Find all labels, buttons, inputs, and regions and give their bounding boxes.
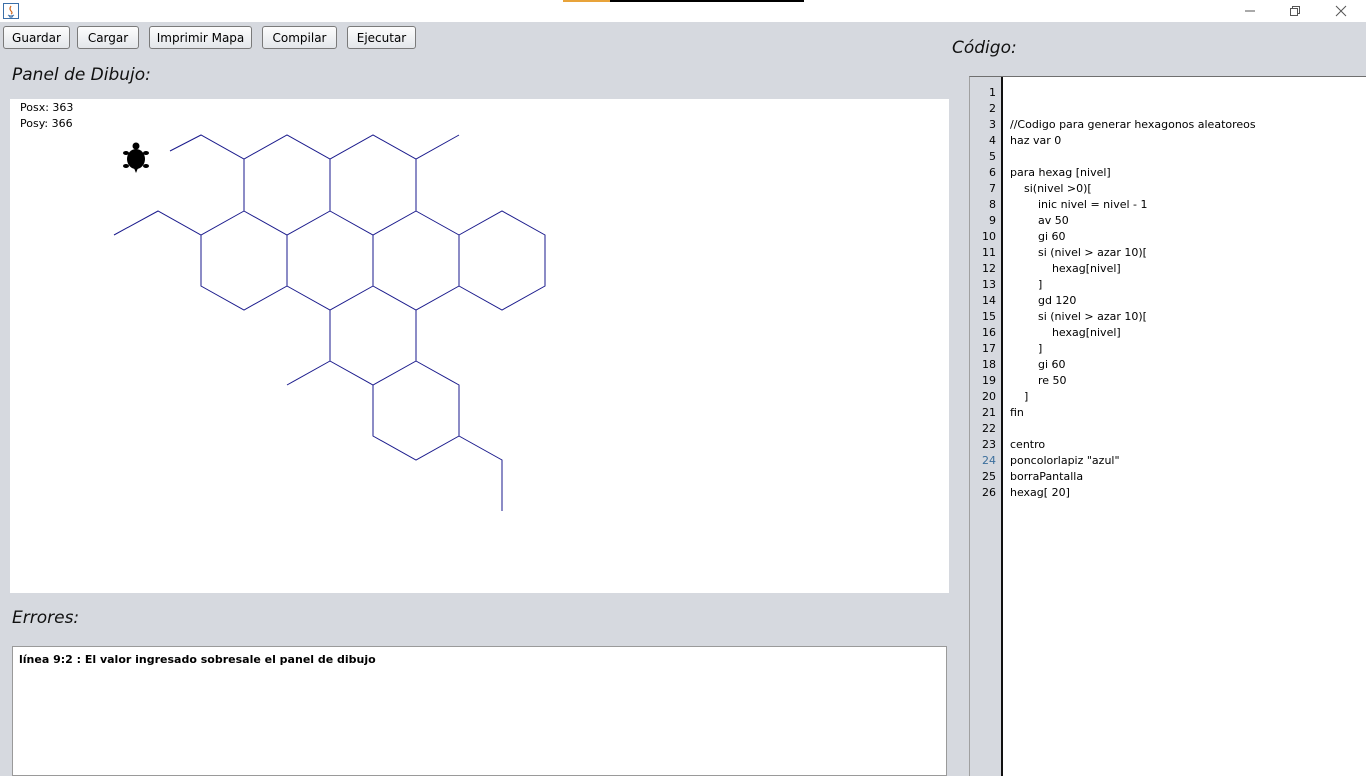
code-line: gd 120 xyxy=(1010,294,1077,307)
code-line: para hexag [nivel] xyxy=(1010,166,1111,179)
close-button[interactable] xyxy=(1318,0,1364,22)
java-app-icon xyxy=(3,3,19,19)
minimize-icon xyxy=(1244,5,1256,17)
line-number: 10 xyxy=(982,230,996,243)
line-number: 24 xyxy=(982,454,996,467)
drawn-line xyxy=(169,134,460,160)
line-number: 13 xyxy=(982,278,996,291)
line-number: 16 xyxy=(982,326,996,339)
line-number: 14 xyxy=(982,294,996,307)
drawn-line xyxy=(243,159,331,236)
line-number: 8 xyxy=(989,198,996,211)
line-number: 1 xyxy=(989,86,996,99)
line-number: 5 xyxy=(989,150,996,163)
line-number: 22 xyxy=(982,422,996,435)
line-number: 2 xyxy=(989,102,996,115)
code-line: gi 60 xyxy=(1010,230,1066,243)
code-line: si(nivel >0)[ xyxy=(1010,182,1092,195)
line-number: 17 xyxy=(982,342,996,355)
minimize-button[interactable] xyxy=(1227,0,1273,22)
restore-button[interactable] xyxy=(1272,0,1318,22)
drawing-canvas[interactable]: Posx: 363 Posy: 366 xyxy=(10,99,949,593)
drawn-line xyxy=(329,310,417,386)
code-line: ] xyxy=(1010,390,1029,403)
code-line: re 50 xyxy=(1010,374,1067,387)
title-progress-indicator xyxy=(563,0,804,2)
turtle-drawing xyxy=(113,134,546,511)
code-line: borraPantalla xyxy=(1010,470,1084,483)
drawn-line xyxy=(286,360,331,386)
drawn-line xyxy=(372,360,460,461)
code-line: hexag[nivel] xyxy=(1010,326,1121,339)
code-line: centro xyxy=(1010,438,1046,451)
line-number: 6 xyxy=(989,166,996,179)
line-number: 25 xyxy=(982,470,996,483)
code-line: fin xyxy=(1010,406,1024,419)
code-line: hexag[nivel] xyxy=(1010,262,1121,275)
drawn-line xyxy=(286,235,374,311)
line-number: 20 xyxy=(982,390,996,403)
line-number: 26 xyxy=(982,486,996,499)
line-number: 18 xyxy=(982,358,996,371)
line-number: 4 xyxy=(989,134,996,147)
drawn-line xyxy=(329,159,417,236)
drawn-line xyxy=(458,210,546,311)
compilar-button[interactable]: Compilar xyxy=(262,26,337,49)
drawn-line xyxy=(372,210,460,311)
close-icon xyxy=(1335,5,1347,17)
line-number: 23 xyxy=(982,438,996,451)
error-message: línea 9:2 : El valor ingresado sobresale… xyxy=(19,653,376,666)
guardar-button[interactable]: Guardar xyxy=(3,26,70,49)
drawn-line xyxy=(458,435,503,511)
cargar-button[interactable]: Cargar xyxy=(77,26,139,49)
title-bar xyxy=(0,0,1366,22)
code-line: si (nivel > azar 10)[ xyxy=(1010,310,1147,323)
imprimir-mapa-button[interactable]: Imprimir Mapa xyxy=(149,26,252,49)
code-line: inic nivel = nivel - 1 xyxy=(1010,198,1148,211)
code-line: ] xyxy=(1010,278,1043,291)
code-line: haz var 0 xyxy=(1010,134,1062,147)
line-number-gutter: 1 2 3 4 5 6 7 8 9 10 11 12 13 14 15 16 17 18 19 20 21 22 23 24 2… xyxy=(970,77,1003,776)
code-panel-title: Código: xyxy=(952,38,1017,58)
code-line: hexag[ 20] xyxy=(1010,486,1070,499)
code-editor[interactable]: 1 2 3 4 5 6 7 8 9 10 11 12 13 14 15 16 17 18 19 20 21 22 23 24 2… xyxy=(969,76,1366,776)
errors-panel-title: Errores: xyxy=(12,608,80,628)
drawn-line xyxy=(113,210,245,236)
code-line: si (nivel > azar 10)[ xyxy=(1010,246,1147,259)
ejecutar-button[interactable]: Ejecutar xyxy=(347,26,416,49)
line-number: 12 xyxy=(982,262,996,275)
code-line: poncolorlapiz "azul" xyxy=(1010,454,1120,467)
code-line: gi 60 xyxy=(1010,358,1066,371)
errors-output: línea 9:2 : El valor ingresado sobresale… xyxy=(12,646,947,776)
line-number: 11 xyxy=(982,246,996,259)
line-number: 21 xyxy=(982,406,996,419)
turtle-icon xyxy=(123,142,149,173)
line-number: 3 xyxy=(989,118,996,131)
code-line: av 50 xyxy=(1010,214,1069,227)
code-line: //Codigo para generar hexagonos aleatore… xyxy=(1010,118,1256,131)
drawing-panel-title: Panel de Dibujo: xyxy=(12,65,151,85)
line-number: 7 xyxy=(989,182,996,195)
drawn-line xyxy=(200,235,288,311)
line-number: 19 xyxy=(982,374,996,387)
line-number: 9 xyxy=(989,214,996,227)
code-line: ] xyxy=(1010,342,1043,355)
line-number: 15 xyxy=(982,310,996,323)
restore-icon xyxy=(1289,5,1301,17)
